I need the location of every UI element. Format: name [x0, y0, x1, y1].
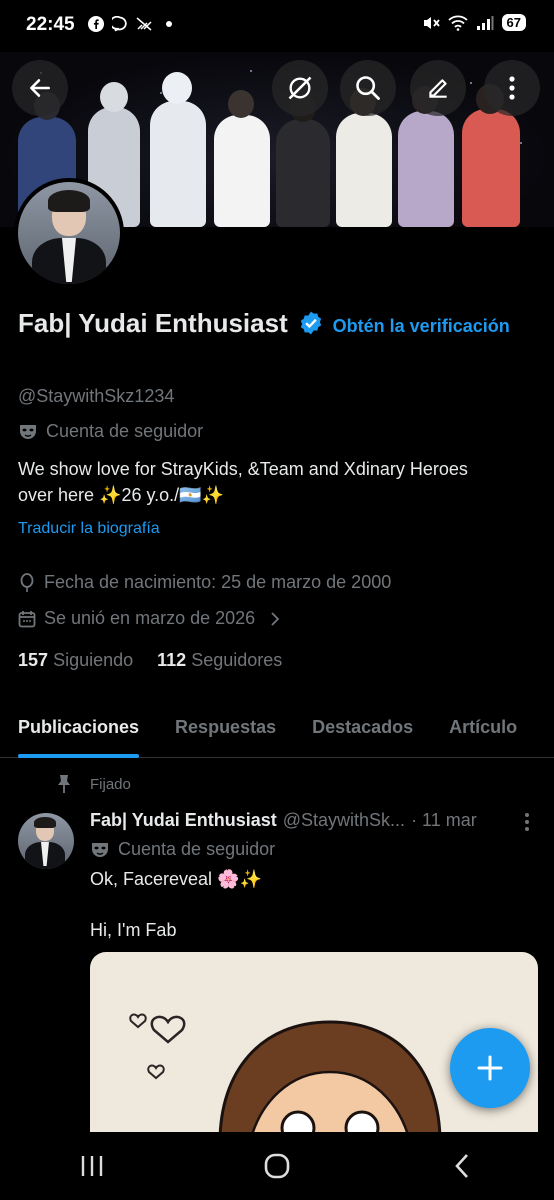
post-author-avatar[interactable]: [18, 813, 74, 869]
joined-row[interactable]: Se unió en marzo de 2026: [18, 608, 281, 629]
dot-icon: [166, 21, 172, 27]
profile-tabs: Publicaciones Respuestas Destacados Artí…: [0, 700, 554, 758]
following-label: Siguiendo: [53, 650, 134, 670]
grok-button[interactable]: [272, 60, 328, 116]
post-more-button[interactable]: [524, 812, 530, 837]
recent-apps-icon: [82, 1156, 103, 1176]
pinned-indicator: Fijado: [56, 774, 131, 794]
verified-badge-icon: [301, 311, 322, 335]
mask-icon: [92, 842, 108, 857]
tab-publicaciones[interactable]: Publicaciones: [0, 700, 157, 758]
back-button[interactable]: [12, 60, 68, 116]
battery-icon: 67: [501, 14, 526, 31]
search-button[interactable]: [340, 60, 396, 116]
balloon-icon: [20, 572, 34, 592]
pin-icon: [58, 775, 70, 793]
profile-avatar[interactable]: [14, 178, 124, 288]
translate-bio-link[interactable]: Traducir la biografía: [18, 520, 160, 538]
post-account-type-label: Cuenta de seguidor: [118, 839, 276, 859]
bio-line-1: We show love for StrayKids, &Team and Xd…: [18, 459, 468, 479]
followers-count: 112: [157, 650, 187, 670]
post-date[interactable]: · 11 mar: [411, 810, 477, 831]
mute-icon: [423, 16, 440, 29]
following-count: 157: [18, 650, 49, 670]
more-vertical-icon: [509, 76, 515, 100]
grok-icon: [288, 76, 312, 100]
birthdate-text: Fecha de nacimiento: 25 de marzo de 2000: [44, 572, 392, 592]
back-arrow-icon: [30, 79, 50, 97]
tab-articulos[interactable]: Artículo: [431, 700, 535, 758]
system-icons: 67: [422, 14, 526, 31]
plus-icon: [477, 1055, 503, 1081]
recent-apps-button[interactable]: [62, 1136, 122, 1196]
notification-icons: [88, 16, 172, 32]
post-author-name[interactable]: Fab| Yudai Enthusiast: [90, 810, 277, 831]
profile-bio: We show love for StrayKids, &Team and Xd…: [18, 456, 538, 508]
edit-icon: [429, 79, 447, 98]
chevron-right-icon: [271, 611, 280, 626]
search-icon: [356, 76, 380, 100]
account-type-label: Cuenta de seguidor: [46, 421, 204, 441]
birthdate-row: Fecha de nacimiento: 25 de marzo de 2000: [18, 572, 391, 593]
follow-stats: 157 Siguiendo 112 Seguidores: [18, 650, 282, 671]
get-verified-link[interactable]: Obtén la verificación: [333, 316, 510, 336]
following-link[interactable]: 157 Siguiendo: [18, 650, 133, 671]
home-button[interactable]: [247, 1136, 307, 1196]
home-icon: [264, 1153, 290, 1179]
compose-button[interactable]: [450, 1028, 530, 1108]
post-text-line-1: Ok, Facereveal 🌸✨: [90, 869, 262, 889]
display-name: Fab| Yudai Enthusiast: [18, 308, 288, 338]
edit-button[interactable]: [410, 60, 466, 116]
pinned-label: Fijado: [90, 775, 131, 793]
account-type-row: Cuenta de seguidor: [18, 421, 203, 442]
tab-respuestas[interactable]: Respuestas: [157, 700, 294, 758]
followers-label: Seguidores: [191, 650, 283, 670]
cell-signal-icon: [476, 15, 494, 30]
post-text-line-2: Hi, I'm Fab: [90, 920, 177, 940]
status-bar: 22:45 67: [0, 0, 554, 52]
followers-link[interactable]: 112 Seguidores: [157, 650, 282, 671]
more-vertical-icon: [525, 813, 529, 831]
back-nav-button[interactable]: [432, 1136, 492, 1196]
bio-line-2: over here ✨26 y.o./🇦🇷✨: [18, 485, 224, 505]
tab-destacados[interactable]: Destacados: [294, 700, 431, 758]
signal-off-icon: [136, 17, 152, 31]
messenger-icon: [112, 16, 127, 32]
back-nav-icon: [454, 1154, 468, 1178]
mask-icon: [20, 424, 36, 439]
post-account-type: Cuenta de seguidor: [90, 839, 275, 860]
wifi-icon: [447, 15, 468, 31]
joined-text: Se unió en marzo de 2026: [44, 608, 256, 628]
system-nav-bar: [0, 1132, 554, 1200]
facebook-icon: [88, 16, 104, 32]
post-header: Fab| Yudai Enthusiast @StaywithSk... · 1…: [90, 810, 477, 831]
profile-handle: @StaywithSkz1234: [18, 386, 175, 406]
status-time: 22:45: [26, 14, 75, 35]
profile-name-block: Fab| Yudai Enthusiast Obtén la verificac…: [18, 308, 538, 339]
calendar-icon: [18, 610, 36, 627]
post-author-handle[interactable]: @StaywithSk...: [283, 810, 405, 831]
more-options-button[interactable]: [484, 60, 540, 116]
